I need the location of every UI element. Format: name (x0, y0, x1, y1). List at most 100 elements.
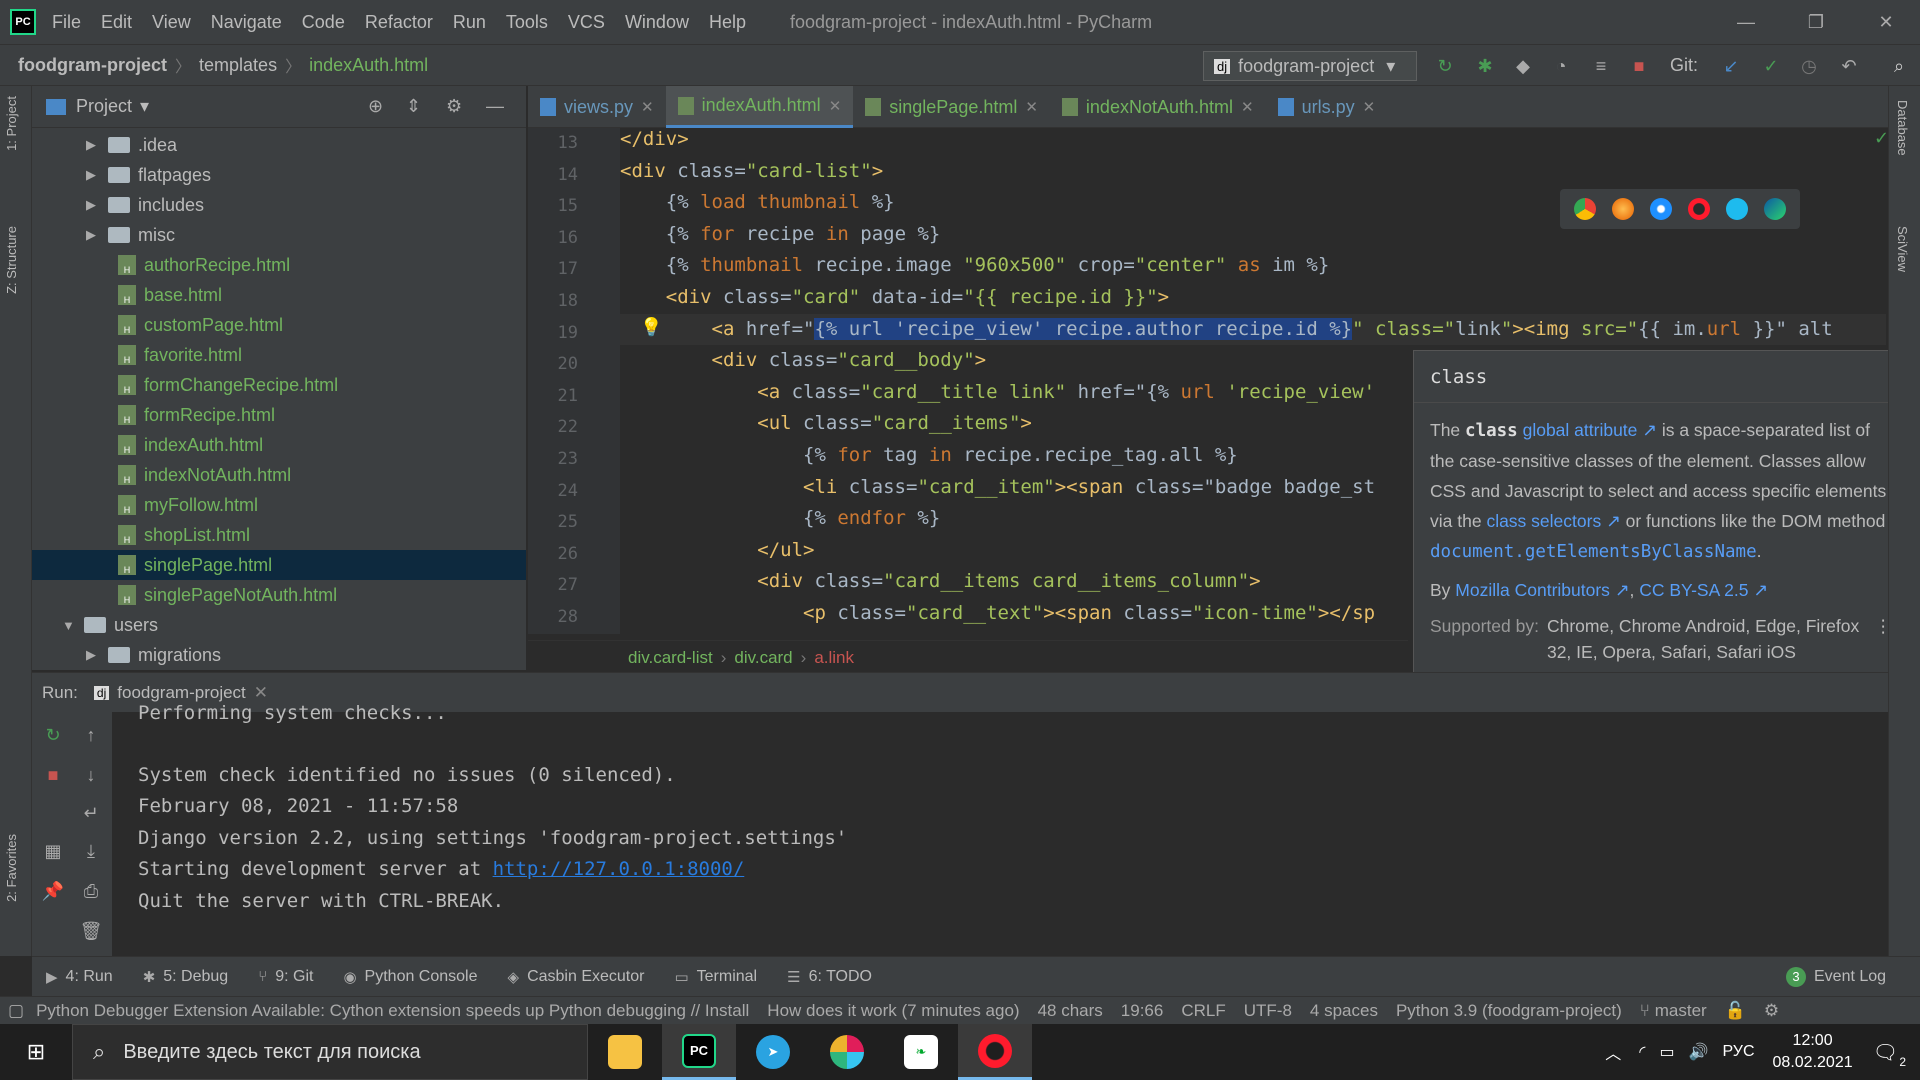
close-tab-icon[interactable]: ✕ (254, 683, 268, 703)
collapsed-arrow-icon[interactable]: ▶ (86, 227, 104, 243)
tree-item[interactable]: HsinglePage.html (32, 550, 526, 580)
layout-icon[interactable]: ▦ (40, 838, 66, 864)
gear-icon[interactable]: ⚙ (446, 96, 462, 117)
taskbar-search-box[interactable]: ⌕ Введите здесь текст для поиска (72, 1024, 588, 1080)
favorites-tool-tab[interactable]: 2: Favorites (4, 834, 19, 902)
stop-icon[interactable]: ■ (1628, 55, 1650, 77)
tool-tab-todo[interactable]: ☰ 6: TODO (787, 968, 872, 986)
tree-item[interactable]: HformChangeRecipe.html (32, 370, 526, 400)
tree-item[interactable]: HindexAuth.html (32, 430, 526, 460)
search-icon[interactable]: ⌕ (1888, 55, 1910, 77)
soft-wrap-icon[interactable]: ↵ (78, 800, 104, 826)
collapsed-arrow-icon[interactable]: ▶ (86, 137, 104, 153)
panel-toggle-icon[interactable]: ▢ (8, 1001, 24, 1021)
tree-item[interactable]: Hbase.html (32, 280, 526, 310)
git-commit-icon[interactable]: ✓ (1760, 55, 1782, 77)
editor-tab[interactable]: singlePage.html ✕ (853, 86, 1050, 128)
menu-vcs[interactable]: VCS (568, 12, 605, 33)
rerun-icon[interactable]: ↻ (40, 722, 66, 748)
status-message[interactable]: Python Debugger Extension Available: Cyt… (36, 1001, 749, 1021)
run-console[interactable]: Performing system checks... System check… (112, 702, 1888, 956)
get-elements-by-classname-link[interactable]: document.getElementsByClassName (1430, 542, 1757, 562)
run-config-selector[interactable]: dj foodgram-project ▾ (1203, 51, 1417, 81)
collapsed-arrow-icon[interactable]: ▶ (86, 197, 104, 213)
lightbulb-icon[interactable]: 💡 (640, 317, 662, 337)
project-title[interactable]: Project (76, 96, 132, 117)
safari-icon[interactable] (1650, 198, 1672, 220)
status-line-separator[interactable]: CRLF (1181, 1001, 1225, 1021)
menu-help[interactable]: Help (709, 12, 746, 33)
tree-item[interactable]: ▶ misc (32, 220, 526, 250)
wifi-icon[interactable]: ◜ (1639, 1042, 1645, 1062)
run-tab-foodgram-project[interactable]: foodgram-project (117, 683, 246, 703)
pycharm-app[interactable]: PC (662, 1024, 736, 1080)
language-indicator[interactable]: РУС (1722, 1043, 1754, 1061)
hide-panel-icon[interactable]: — (486, 96, 504, 117)
tool-tab-terminal[interactable]: ▭ Terminal (674, 968, 757, 986)
menu-navigate[interactable]: Navigate (211, 12, 282, 33)
coverage-icon[interactable]: ◆ (1512, 55, 1534, 77)
close-tab-icon[interactable]: ✕ (641, 98, 654, 116)
menu-window[interactable]: Window (625, 12, 689, 33)
status-interpreter[interactable]: Python 3.9 (foodgram-project) (1396, 1001, 1622, 1021)
firefox-icon[interactable] (1612, 198, 1634, 220)
print-icon[interactable]: ⎙ (78, 878, 104, 904)
tree-item[interactable]: HauthorRecipe.html (32, 250, 526, 280)
tree-item[interactable]: ▶ flatpages (32, 160, 526, 190)
stop-icon[interactable]: ■ (40, 762, 66, 788)
notifications-icon[interactable]: 🗨 2 (1873, 1040, 1906, 1069)
tree-item[interactable]: ▶ .idea (32, 130, 526, 160)
collapse-all-icon[interactable]: ⇕ (406, 96, 421, 117)
debug-icon[interactable]: ✱ (1474, 55, 1496, 77)
breadcrumb-project[interactable]: foodgram-project (18, 55, 167, 76)
expanded-arrow-icon[interactable]: ▼ (62, 618, 80, 633)
menu-tools[interactable]: Tools (506, 12, 548, 33)
menu-code[interactable]: Code (302, 12, 345, 33)
git-update-icon[interactable]: ↙ (1720, 55, 1742, 77)
close-tab-icon[interactable]: ✕ (1241, 98, 1254, 116)
breadcrumb-templates[interactable]: templates (199, 55, 277, 76)
breadcrumb-div-card-list[interactable]: div.card-list (628, 648, 713, 668)
status-indent[interactable]: 4 spaces (1310, 1001, 1378, 1021)
trash-icon[interactable]: 🗑 (78, 918, 104, 944)
collapsed-arrow-icon[interactable]: ▶ (86, 167, 104, 183)
windows-start-icon[interactable]: ⊞ (0, 1024, 72, 1080)
file-explorer-app[interactable] (588, 1024, 662, 1080)
battery-icon[interactable]: ▭ (1659, 1042, 1674, 1062)
breadcrumb-a-link[interactable]: a.link (814, 648, 854, 668)
tool-tab-python-console[interactable]: ◉ Python Console (343, 968, 477, 986)
license-link[interactable]: CC BY-SA 2.5 (1639, 580, 1748, 600)
edge-icon[interactable] (1764, 198, 1786, 220)
menu-file[interactable]: File (52, 12, 81, 33)
concurrency-icon[interactable]: ≡ (1590, 55, 1612, 77)
close-tab-icon[interactable]: ✕ (1363, 98, 1376, 116)
inspection-icon[interactable]: ⚙ (1764, 1001, 1779, 1021)
editor-tab[interactable]: indexNotAuth.html ✕ (1050, 86, 1266, 128)
evernote-app[interactable]: ❧ (884, 1024, 958, 1080)
git-rollback-icon[interactable]: ↶ (1838, 55, 1860, 77)
chevron-up-icon[interactable]: ︿ (1605, 1040, 1621, 1064)
telegram-app[interactable]: ➤ (736, 1024, 810, 1080)
volume-icon[interactable]: 🔊 (1689, 1042, 1709, 1062)
editor-tab[interactable]: views.py ✕ (528, 86, 666, 128)
pin-icon[interactable]: 📌 (40, 878, 66, 904)
opera-icon[interactable] (1688, 198, 1710, 220)
close-tab-icon[interactable]: ✕ (1025, 98, 1038, 116)
opera-app[interactable] (958, 1024, 1032, 1080)
sciview-tool-tab[interactable]: SciView (1895, 226, 1910, 272)
minimize-icon[interactable]: — (1718, 0, 1774, 44)
locate-icon[interactable]: ⊕ (368, 96, 383, 117)
chevron-down-icon[interactable]: ▾ (140, 96, 149, 117)
tree-item[interactable]: HsinglePageNotAuth.html (32, 580, 526, 610)
status-howto[interactable]: How does it work (7 minutes ago) (767, 1001, 1019, 1021)
menu-run[interactable]: Run (453, 12, 486, 33)
server-url-link[interactable]: http://127.0.0.1:8000/ (493, 858, 745, 880)
tool-tab-casbin[interactable]: ◈ Casbin Executor (508, 968, 645, 986)
breadcrumb-div-card[interactable]: div.card (734, 648, 792, 668)
collapsed-arrow-icon[interactable]: ▶ (86, 647, 104, 663)
tool-tab-git[interactable]: ⑂ 9: Git (258, 968, 313, 986)
editor-tab[interactable]: indexAuth.html ✕ (665, 86, 854, 128)
structure-tool-tab[interactable]: Z: Structure (4, 226, 19, 294)
internet-explorer-icon[interactable] (1726, 198, 1748, 220)
slack-app[interactable] (810, 1024, 884, 1080)
